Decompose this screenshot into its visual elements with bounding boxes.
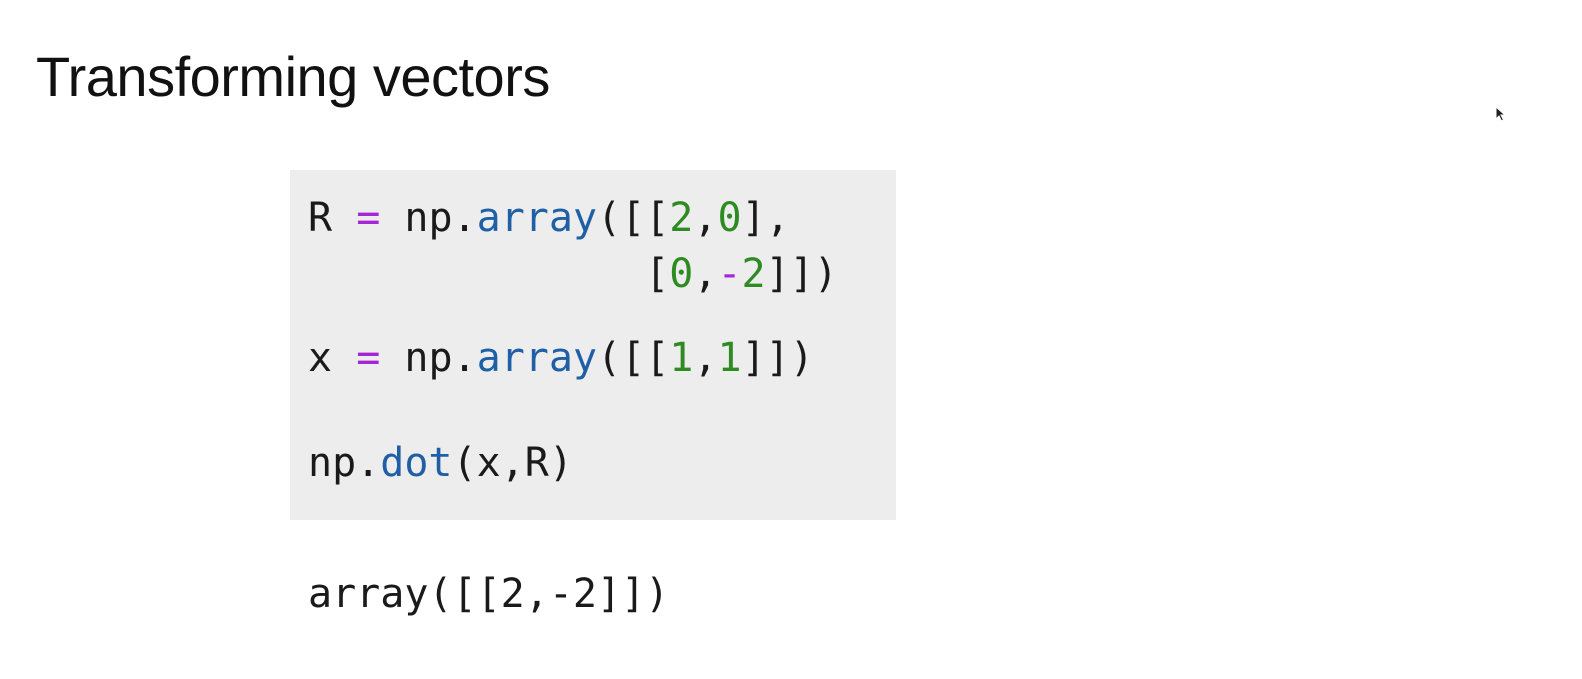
code-operator-equals: =: [356, 335, 381, 381]
code-punct: ,: [693, 251, 718, 297]
mouse-pointer-icon: [1495, 106, 1507, 122]
code-punct: ([[: [597, 195, 670, 241]
code-line-define-x: x = np.array([[1,1]]): [308, 332, 814, 384]
code-number: 1: [669, 335, 694, 381]
code-number: 0: [669, 251, 694, 297]
code-args: (x,R): [452, 440, 573, 486]
code-function-array: array: [476, 335, 598, 381]
code-module-np: np.: [404, 335, 477, 381]
code-punct: ([[: [597, 335, 670, 381]
code-punct: ]]): [765, 251, 838, 297]
code-var-x: x: [308, 335, 333, 381]
code-operator-minus: -: [717, 251, 742, 297]
code-line-define-r: R = np.array([[2,0],: [308, 192, 790, 244]
code-line-dot-product: np.dot(x,R): [308, 437, 573, 489]
code-punct: ,: [693, 335, 718, 381]
code-module-np: np.: [308, 440, 381, 486]
code-punct: ,: [693, 195, 718, 241]
code-function-dot: dot: [380, 440, 453, 486]
code-punct: ],: [741, 195, 790, 241]
code-var-r: R: [308, 195, 333, 241]
code-output: array([[2,-2]]): [308, 571, 670, 617]
slide-title: Transforming vectors: [36, 45, 550, 108]
code-number: 2: [741, 251, 766, 297]
code-number: 1: [717, 335, 742, 381]
code-function-array: array: [476, 195, 598, 241]
code-module-np: np.: [404, 195, 477, 241]
code-operator-equals: =: [356, 195, 381, 241]
code-punct: [: [645, 251, 670, 297]
code-number: 0: [717, 195, 742, 241]
code-punct: ]]): [741, 335, 814, 381]
code-line-define-r-continued: [0,-2]]): [308, 248, 838, 300]
code-number: 2: [669, 195, 694, 241]
